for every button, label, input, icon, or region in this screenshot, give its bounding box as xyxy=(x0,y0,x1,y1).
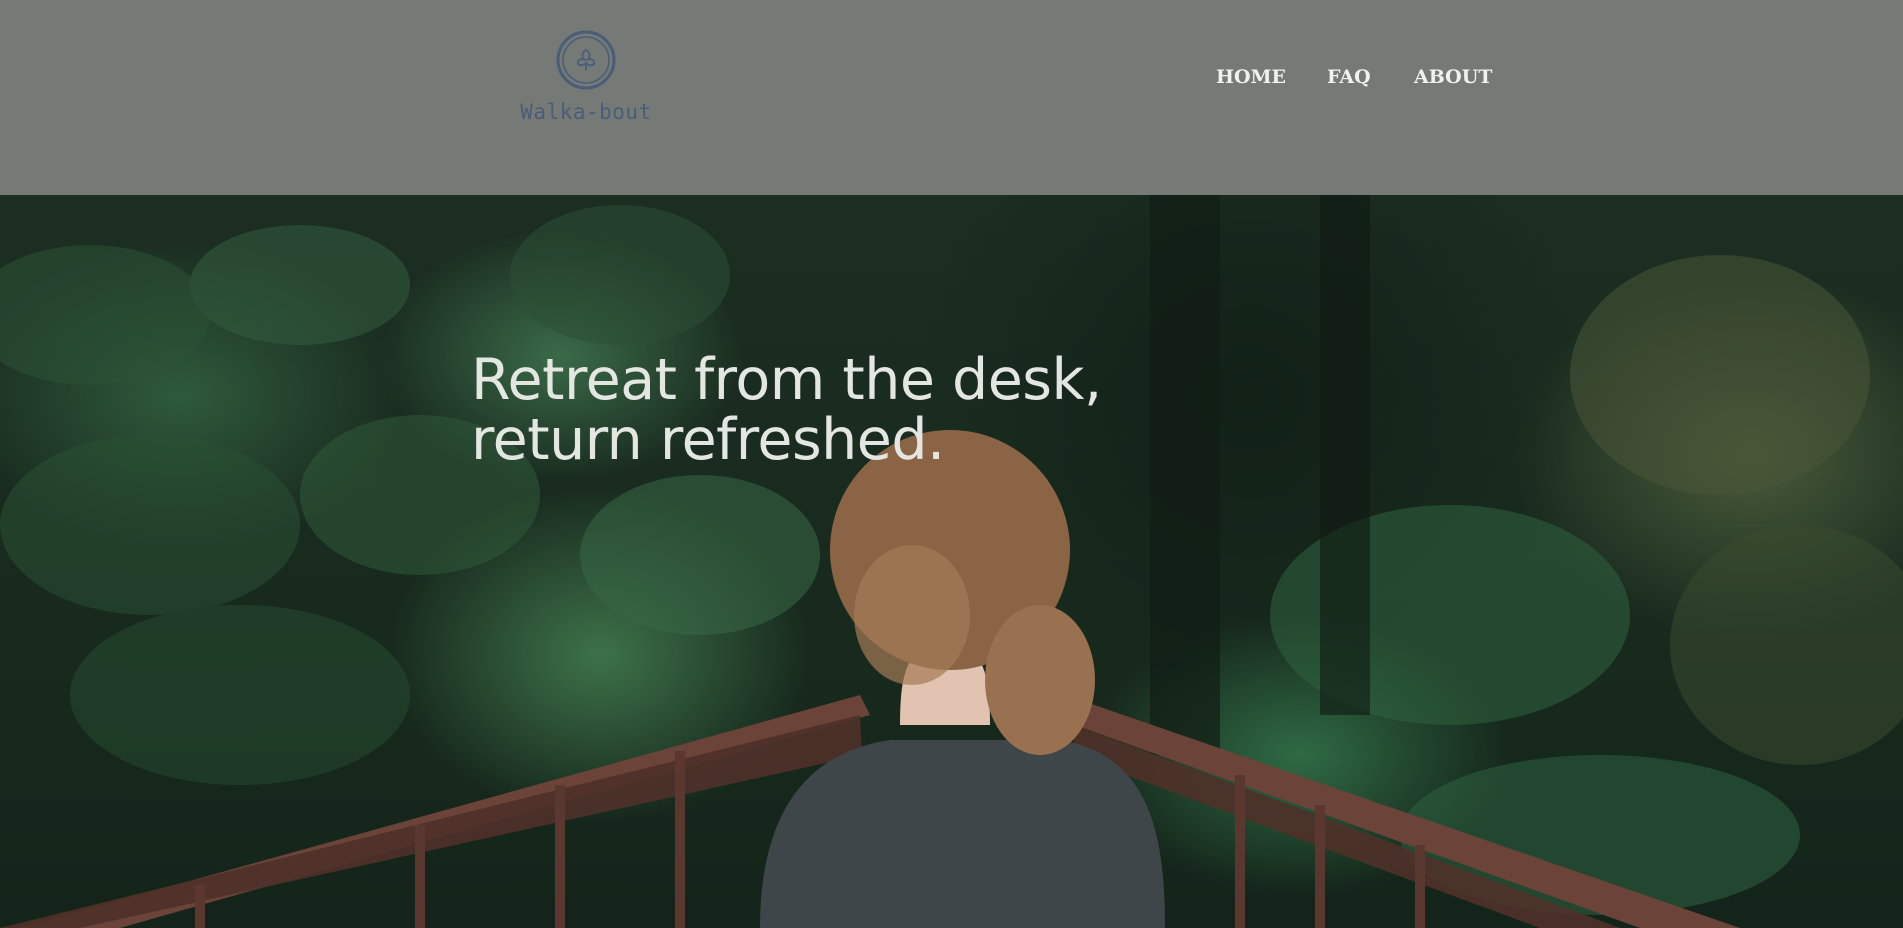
hero-headline: Retreat from the desk, return refreshed. xyxy=(471,350,1191,470)
hero-headline-line2: return refreshed. xyxy=(471,407,945,473)
forest-bridge-photo xyxy=(0,195,1903,928)
site-header: Walka-bout HOME FAQ ABOUT xyxy=(0,0,1903,195)
nav-home[interactable]: HOME xyxy=(1216,66,1286,88)
nav-faq[interactable]: FAQ xyxy=(1327,66,1371,88)
logo-link[interactable]: Walka-bout xyxy=(514,30,658,130)
brand-name: Walka-bout xyxy=(520,100,652,124)
hero-section: Retreat from the desk, return refreshed. xyxy=(0,195,1903,928)
nav-about[interactable]: ABOUT xyxy=(1414,66,1492,88)
leaf-emblem-icon xyxy=(556,30,616,90)
hero-headline-line1: Retreat from the desk, xyxy=(471,347,1102,413)
